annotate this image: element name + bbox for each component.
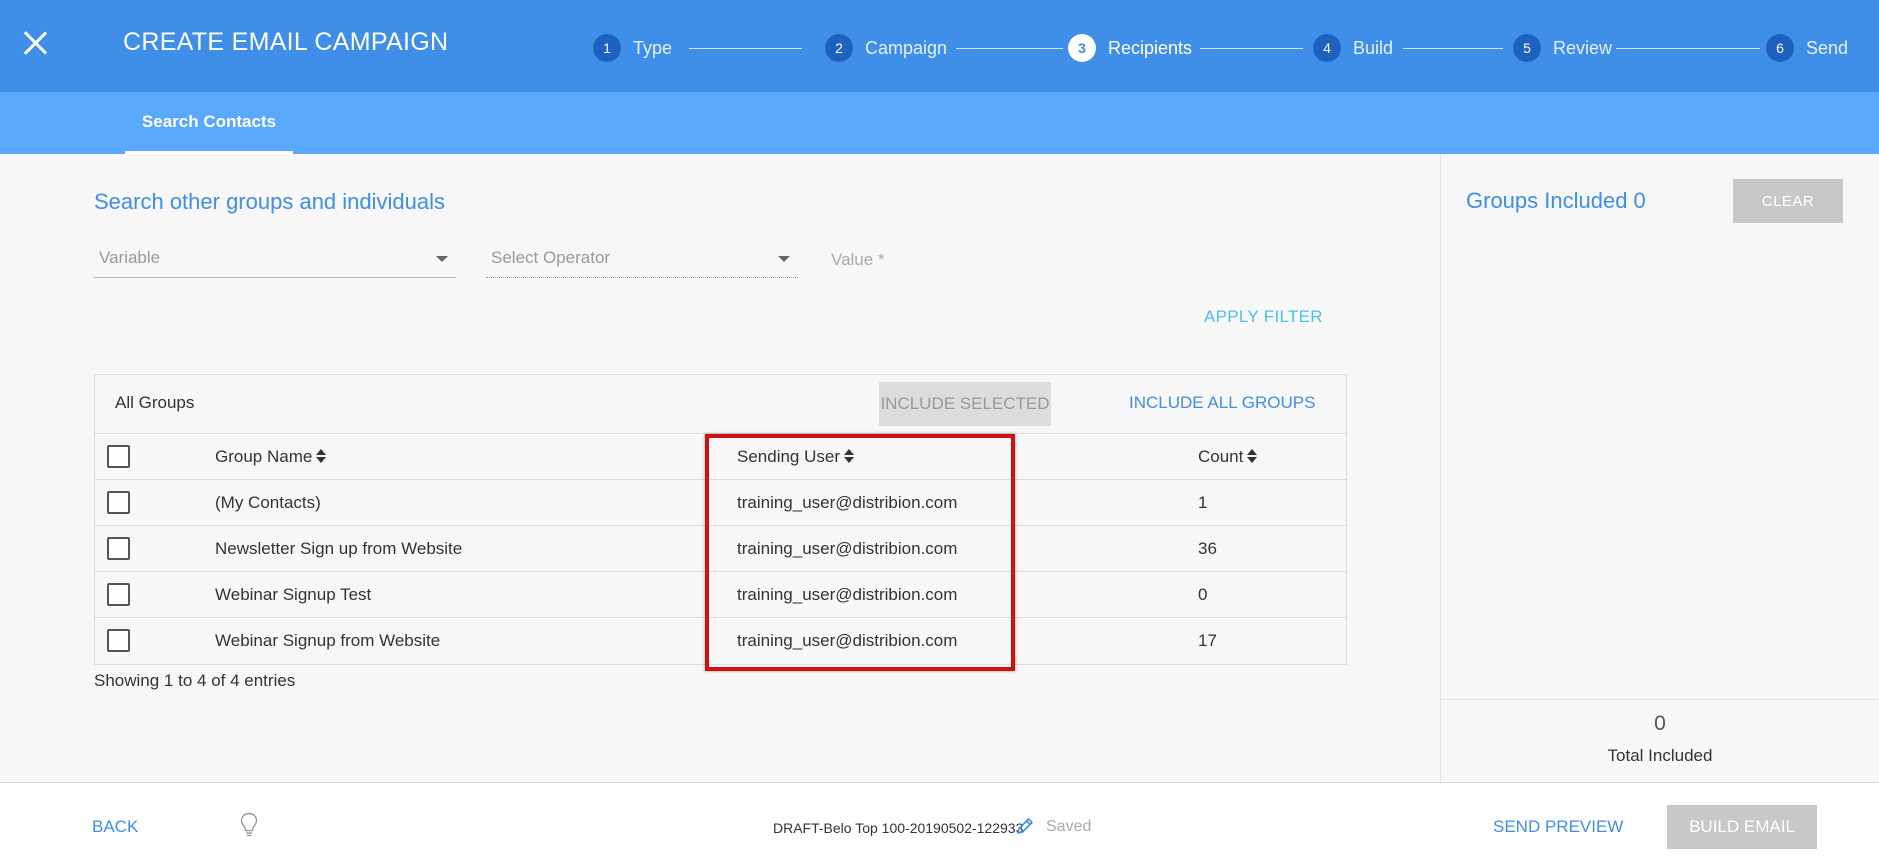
main-panel: Search other groups and individuals Vari… [0,154,1440,782]
sending-user-cell: training_user@distribion.com [737,539,958,558]
count-cell: 17 [1198,631,1217,650]
sub-nav: Search Contacts [0,92,1879,154]
row-checkbox[interactable] [107,537,130,560]
table-toolbar: All Groups INCLUDE SELECTED INCLUDE ALL … [95,375,1346,434]
step-number: 6 [1766,34,1794,62]
top-bar: CREATE EMAIL CAMPAIGN 1 Type 2 Campaign … [0,0,1879,92]
step-label: Send [1806,37,1849,58]
sort-icon [316,449,327,463]
count-cell: 36 [1198,539,1217,558]
step-connector [1403,48,1503,49]
column-header-group-name[interactable]: Group Name [215,447,327,467]
step-label: Campaign [865,37,948,58]
step-build[interactable]: 4 Build [1313,34,1393,62]
step-number: 1 [593,34,621,62]
sending-user-cell: training_user@distribion.com [737,631,958,650]
group-name-cell: (My Contacts) [215,493,321,512]
step-send[interactable]: 6 Send [1766,34,1848,62]
value-input[interactable]: Value * [831,250,885,270]
step-number: 2 [825,34,853,62]
include-selected-button[interactable]: INCLUDE SELECTED [879,382,1051,426]
chevron-down-icon [778,256,790,262]
group-name-cell: Webinar Signup from Website [215,631,441,650]
include-all-groups-button[interactable]: INCLUDE ALL GROUPS [1129,393,1315,413]
lightbulb-icon[interactable] [240,812,258,843]
step-number: 4 [1313,34,1341,62]
groups-included-panel: Groups Included 0 CLEAR 0 Total Included [1440,154,1879,782]
clear-button[interactable]: CLEAR [1733,179,1843,223]
step-connector [956,48,1063,49]
step-label: Review [1553,37,1613,58]
step-label: Build [1353,37,1394,58]
count-cell: 0 [1198,585,1208,604]
entries-info: Showing 1 to 4 of 4 entries [94,671,296,690]
close-icon[interactable] [22,30,48,56]
step-recipients[interactable]: 3 Recipients [1068,34,1192,62]
row-checkbox[interactable] [107,491,130,514]
operator-select-placeholder: Select Operator [491,248,611,267]
sort-icon [844,449,855,463]
group-name-cell: Webinar Signup Test [215,585,372,604]
step-number: 3 [1068,34,1096,62]
footer-bar: BACK DRAFT-Belo Top 100-20190502-122933 … [0,782,1879,867]
build-email-button[interactable]: BUILD EMAIL [1667,805,1817,849]
step-number: 5 [1513,34,1541,62]
send-preview-button[interactable]: SEND PREVIEW [1493,817,1623,837]
divider [1441,699,1879,700]
table-header-row: Group Name Sending User Count [95,434,1346,480]
variable-select-placeholder: Variable [99,248,161,267]
tab-search-contacts[interactable]: Search Contacts [125,92,293,154]
chevron-down-icon [436,256,448,262]
step-campaign[interactable]: 2 Campaign [825,34,947,62]
row-checkbox[interactable] [107,629,130,652]
column-header-count[interactable]: Count [1198,447,1258,467]
table-row: Webinar Signup Test training_user@distri… [95,572,1346,618]
step-review[interactable]: 5 Review [1513,34,1612,62]
table-row: Webinar Signup from Website training_use… [95,618,1346,664]
step-connector [689,48,802,49]
step-label: Recipients [1108,37,1193,58]
wizard-steps: 1 Type 2 Campaign 3 Recipients 4 Build 5… [593,34,1848,64]
groups-table: All Groups INCLUDE SELECTED INCLUDE ALL … [94,374,1347,665]
page-title: CREATE EMAIL CAMPAIGN [123,28,449,56]
operator-select[interactable]: Select Operator [486,244,798,278]
table-row: Newsletter Sign up from Website training… [95,526,1346,572]
step-label: Type [633,37,673,58]
column-header-label: Group Name [215,447,313,466]
table-heading: All Groups [115,393,195,412]
section-title: Search other groups and individuals [94,189,446,214]
step-connector [1200,48,1303,49]
apply-filter-button[interactable]: APPLY FILTER [1204,307,1323,327]
column-header-label: Count [1198,447,1244,466]
row-checkbox[interactable] [107,583,130,606]
select-all-checkbox[interactable] [107,445,130,468]
pencil-icon[interactable] [1015,816,1035,841]
group-name-cell: Newsletter Sign up from Website [215,539,463,558]
table-row: (My Contacts) training_user@distribion.c… [95,480,1346,526]
total-included-label: Total Included [1607,746,1713,765]
step-type[interactable]: 1 Type [593,34,672,62]
step-connector [1616,48,1760,49]
draft-name: DRAFT-Belo Top 100-20190502-122933 [773,820,1024,836]
sending-user-cell: training_user@distribion.com [737,585,958,604]
column-header-label: Sending User [737,447,841,466]
total-included-count: 0 [1654,712,1666,735]
sending-user-cell: training_user@distribion.com [737,493,958,512]
count-cell: 1 [1198,493,1208,512]
saved-status: Saved [1046,818,1092,835]
variable-select[interactable]: Variable [94,244,456,278]
groups-included-title: Groups Included 0 [1466,188,1646,213]
column-header-sending-user[interactable]: Sending User [737,447,855,467]
back-button[interactable]: BACK [92,817,138,837]
sort-icon [1247,449,1258,463]
